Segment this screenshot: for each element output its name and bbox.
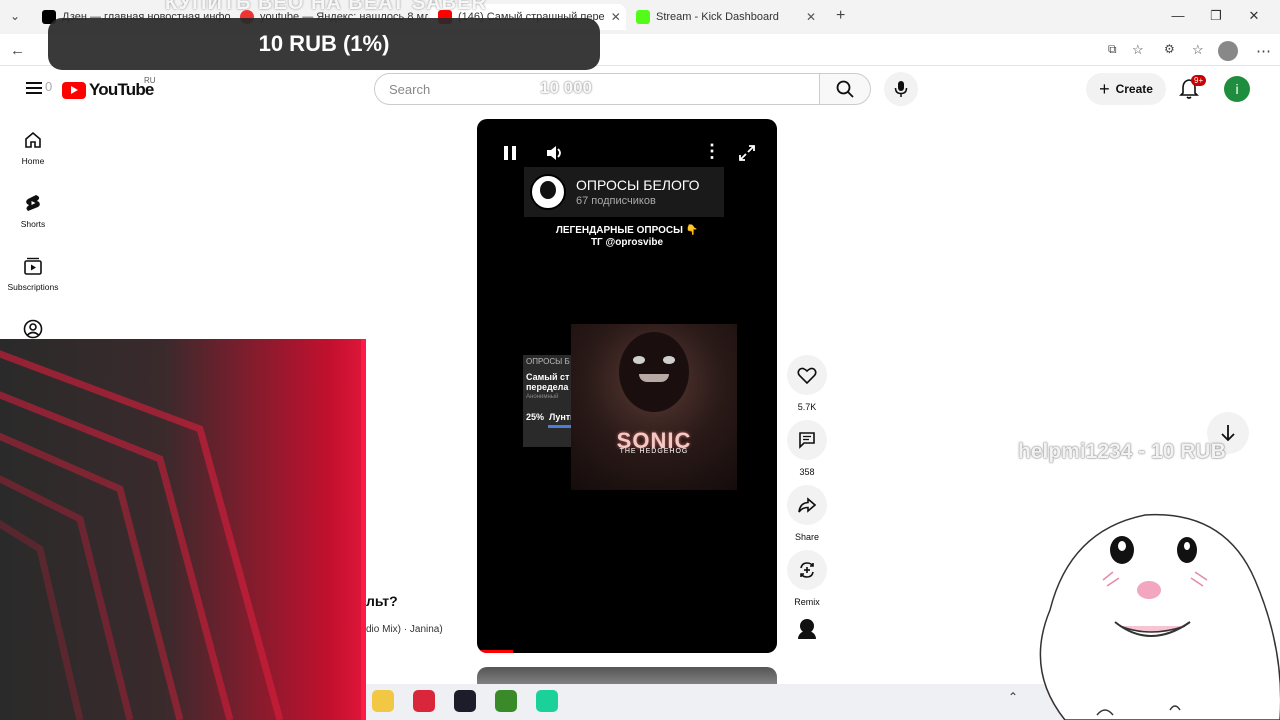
like-icon <box>797 367 817 384</box>
search-icon <box>836 80 854 98</box>
close-tab-icon[interactable]: ✕ <box>806 10 816 24</box>
poll-percent: 25% <box>526 412 545 422</box>
sidebar-item-shorts[interactable]: Shorts <box>4 193 62 229</box>
kick-app-icon[interactable] <box>495 690 517 712</box>
home-icon <box>25 131 41 148</box>
back-arrow-icon[interactable]: ← <box>10 42 25 59</box>
thumbnail-subtitle: THE HEDGEHOG <box>619 448 689 455</box>
volume-icon[interactable] <box>545 144 565 162</box>
close-tab-icon[interactable]: ✕ <box>611 10 621 24</box>
remix-icon <box>800 562 814 578</box>
channel-card: ОПРОСЫ БЕЛОГО 67 подписчиков <box>524 167 724 217</box>
youtube-play-icon <box>62 81 86 99</box>
meme-creature-sticker <box>1039 513 1280 720</box>
donation-amount: 10 RUB (1%) <box>258 31 390 56</box>
sidebar-item-home[interactable]: Home <box>4 130 62 166</box>
channel-avatar <box>530 174 566 210</box>
caption-line: ТГ @oprosvibe <box>590 237 664 248</box>
fullscreen-icon[interactable] <box>738 144 756 162</box>
donation-alert: 10 RUB (1%) <box>48 18 600 70</box>
channel-name: ОПРОСЫ БЕЛОГО <box>576 177 700 193</box>
close-window-button[interactable]: ✕ <box>1244 8 1264 24</box>
menu-hamburger-icon[interactable] <box>26 82 42 94</box>
more-options-icon[interactable]: ⋯ <box>1256 42 1271 60</box>
sidebar-item-label: Shorts <box>20 219 46 229</box>
search-button[interactable] <box>819 73 871 105</box>
account-avatar[interactable]: i <box>1224 76 1250 102</box>
create-button[interactable]: + Create <box>1086 73 1166 105</box>
shorts-icon <box>26 195 40 211</box>
app-red-icon[interactable] <box>413 690 435 712</box>
creature-silhouette <box>619 332 689 412</box>
create-label: Create <box>1115 82 1153 96</box>
tab-list-chevron-icon[interactable]: ⌄ <box>10 9 20 23</box>
avatar-body <box>798 631 816 639</box>
youtube-header: 0 YouTube RU Search + Create 9+ i <box>4 68 1272 112</box>
share-button[interactable]: Share <box>785 485 829 542</box>
caption-line: ЛЕГЕНДАРНЫЕ ОПРОСЫ 👇 <box>555 225 699 236</box>
notification-count-badge: 9+ <box>1191 75 1207 86</box>
comment-icon <box>799 432 815 449</box>
sidebar-item-subscriptions[interactable]: Subscriptions <box>4 256 62 292</box>
app-available-icon[interactable]: ⧉ <box>1108 42 1117 57</box>
avatar-letter: i <box>1235 81 1239 97</box>
comment-count: 358 <box>799 467 815 477</box>
maximize-button[interactable]: ❐ <box>1206 8 1226 24</box>
overlay-panel-edge <box>361 339 366 720</box>
creature-eye <box>663 356 675 364</box>
voice-search-button[interactable] <box>884 72 918 106</box>
like-button[interactable]: 5.7K <box>785 355 829 412</box>
share-icon <box>798 497 816 513</box>
overlay-zero-counter: 0 <box>45 79 53 94</box>
donation-goal-peek: 10 000 <box>540 78 592 97</box>
music-title-peek: льт? <box>366 593 398 609</box>
stream-overlay-panel <box>0 339 366 720</box>
youtube-logo[interactable]: YouTube <box>62 80 154 100</box>
creature-grin <box>639 374 669 382</box>
subscriptions-icon <box>24 257 42 275</box>
overlay-goal-title: КУПИТЬ BEO НА BEAT SABER <box>165 0 487 14</box>
favorite-star-icon[interactable]: ☆ <box>1132 42 1144 58</box>
sidebar-item-label: Home <box>21 156 45 166</box>
file-explorer-icon[interactable] <box>372 690 394 712</box>
app-green-icon[interactable] <box>536 690 558 712</box>
more-vertical-icon[interactable]: ⋮ <box>703 141 721 162</box>
channel-sound-avatar[interactable] <box>796 617 818 639</box>
short-caption: ЛЕГЕНДАРНЫЕ ОПРОСЫ 👇 ТГ @oprosvibe <box>477 225 777 249</box>
extensions-icon[interactable]: ⚙ <box>1164 42 1175 56</box>
channel-subscribers: 67 подписчиков <box>576 195 656 207</box>
share-label: Share <box>794 532 820 542</box>
search-placeholder: Search <box>389 81 431 97</box>
favorites-icon[interactable]: ☆ <box>1192 42 1204 58</box>
playback-progress-bar[interactable] <box>477 650 513 653</box>
tab-kick[interactable]: Stream - Kick Dashboard ✕ <box>628 4 824 30</box>
music-song-peek: dio Mix) · Janina) <box>366 624 443 635</box>
sidebar-item-label: Subscriptions <box>7 282 59 292</box>
plus-icon: + <box>1099 78 1110 99</box>
app-dark-icon[interactable] <box>454 690 476 712</box>
minimize-button[interactable]: — <box>1168 8 1188 23</box>
sidebar-item-you[interactable] <box>4 319 62 339</box>
tab-label: Stream - Kick Dashboard <box>656 11 779 23</box>
chevron-pattern-decoration <box>0 350 284 720</box>
short-thumbnail: SONIC THE HEDGEHOG <box>571 324 737 490</box>
remix-label: Remix <box>794 597 820 607</box>
you-icon <box>23 319 43 339</box>
microphone-icon <box>894 81 908 97</box>
creature-eye <box>633 356 645 364</box>
like-count: 5.7K <box>797 402 817 412</box>
shorts-player[interactable]: ⋮ ОПРОСЫ БЕЛОГО 67 подписчиков ЛЕГЕНДАРН… <box>477 119 777 653</box>
profile-avatar[interactable] <box>1218 41 1238 61</box>
last-donor-text: helpmi1234 - 10 RUB <box>1018 440 1226 463</box>
comment-button[interactable]: 358 <box>785 420 829 477</box>
region-code: RU <box>144 76 156 85</box>
kick-favicon-icon <box>636 10 650 24</box>
pause-icon[interactable] <box>503 145 517 161</box>
remix-button[interactable]: Remix <box>785 550 829 607</box>
tray-chevron-icon[interactable]: ⌃ <box>1008 690 1018 704</box>
search-input[interactable]: Search <box>374 73 820 105</box>
new-tab-button[interactable]: + <box>836 7 845 25</box>
